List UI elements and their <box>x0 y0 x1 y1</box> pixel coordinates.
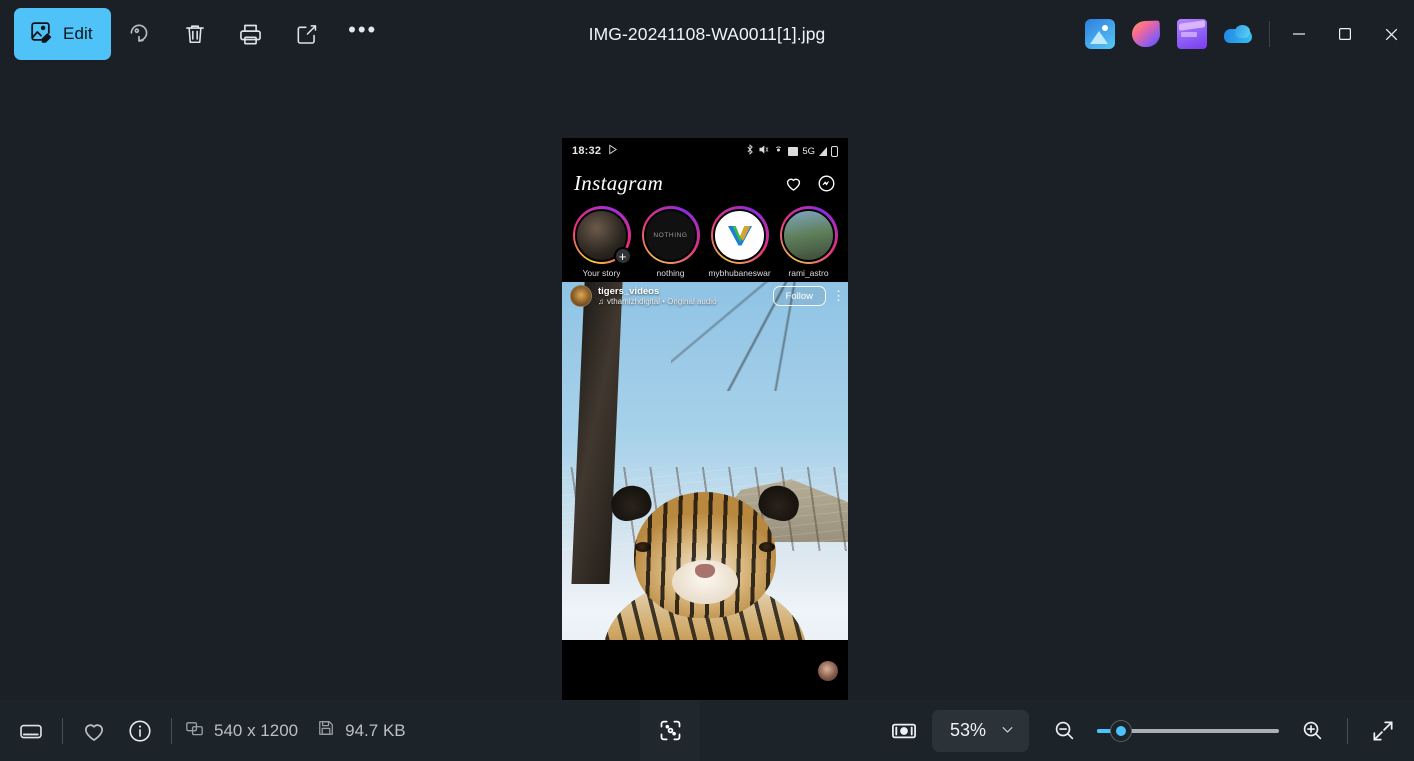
post-username[interactable]: tigers_videos <box>598 286 717 297</box>
edit-button[interactable]: Edit <box>14 8 111 60</box>
add-story-icon[interactable]: + <box>613 247 632 265</box>
phone-system-icons: 5G <box>746 144 838 158</box>
story-label: mybhubaneswar <box>708 268 771 278</box>
dimensions-icon <box>184 718 205 744</box>
instagram-header: Instagram <box>562 164 848 202</box>
story-avatar <box>782 208 835 262</box>
sim-icon <box>788 146 799 156</box>
post-footer <box>562 640 848 700</box>
toolbar-left-group: Edit ••• <box>0 8 391 60</box>
filmstrip-icon[interactable] <box>8 708 54 754</box>
print-icon[interactable] <box>223 8 279 60</box>
share-icon[interactable] <box>279 8 335 60</box>
story-avatar-text: NOTHING <box>653 231 688 239</box>
designer-app-icon[interactable] <box>1131 19 1161 49</box>
dimensions-label: 540 x 1200 <box>214 720 299 740</box>
status-divider <box>62 717 63 744</box>
instagram-messenger-icon[interactable] <box>817 174 836 193</box>
app-launcher-group <box>1085 19 1263 49</box>
story-item[interactable]: NOTHING nothing <box>639 206 702 282</box>
post-photo <box>562 282 848 700</box>
story-label: rami_astro <box>788 268 829 278</box>
fit-to-window-icon[interactable] <box>880 708 928 754</box>
info-icon[interactable] <box>117 708 163 754</box>
zoom-slider-thumb[interactable] <box>1111 720 1131 741</box>
post-more-icon[interactable]: ⋮ <box>832 289 845 302</box>
image-canvas[interactable]: 18:32 5G Instagram + Your story NOTHING … <box>0 68 1414 700</box>
photos-app-window: Edit ••• IMG-20241108-WA0011[1].jpg 18:3… <box>0 0 1414 761</box>
story-item[interactable]: mybhubaneswar <box>708 206 771 282</box>
toolbar-right-group <box>1085 0 1414 68</box>
file-size: 94.7 KB <box>316 718 406 743</box>
zoom-out-icon[interactable] <box>1041 708 1087 754</box>
maximize-button[interactable] <box>1322 0 1368 68</box>
instagram-heart-icon[interactable] <box>784 174 803 193</box>
post-audio-label: vthamizhdigital • Original audio <box>607 296 717 306</box>
post-header: tigers_videos ♫ vthamizhdigital • Origin… <box>562 282 848 310</box>
story-avatar <box>713 208 766 262</box>
story-avatar: NOTHING <box>644 208 697 262</box>
post-audio[interactable]: ♫ vthamizhdigital • Original audio <box>598 297 717 307</box>
minimize-button[interactable] <box>1276 0 1322 68</box>
network-type-label: 5G <box>802 145 815 157</box>
onedrive-app-icon[interactable] <box>1223 19 1253 49</box>
toolbar-divider <box>1269 21 1270 47</box>
post-meta: tigers_videos ♫ vthamizhdigital • Origin… <box>598 286 717 307</box>
zoom-level-dropdown[interactable]: 53% <box>931 709 1029 752</box>
clipchamp-app-icon[interactable] <box>1177 19 1207 49</box>
save-icon <box>316 718 336 743</box>
status-bar: 540 x 1200 94.7 KB 53% <box>0 700 1414 761</box>
zoom-level-label: 53% <box>949 720 986 740</box>
zoom-slider[interactable] <box>1097 710 1279 752</box>
profile-avatar[interactable] <box>818 661 838 681</box>
instagram-stories-row: + Your story NOTHING nothing mybhubanesw… <box>562 202 848 282</box>
displayed-image[interactable]: 18:32 5G Instagram + Your story NOTHING … <box>562 138 848 700</box>
fullscreen-icon[interactable] <box>1360 708 1406 754</box>
rotate-icon[interactable] <box>111 8 167 60</box>
story-item[interactable]: + Your story <box>570 206 633 282</box>
battery-icon <box>831 145 838 157</box>
signal-icon <box>819 146 827 156</box>
title-bar: Edit ••• IMG-20241108-WA0011[1].jpg <box>0 0 1414 68</box>
delete-icon[interactable] <box>167 8 223 60</box>
status-bar-center-group <box>640 700 700 761</box>
status-bar-left-group: 540 x 1200 94.7 KB <box>0 708 406 754</box>
music-note-icon: ♫ <box>598 296 604 306</box>
favorite-icon[interactable] <box>71 708 117 754</box>
follow-button[interactable]: Follow <box>772 286 826 306</box>
edit-button-label: Edit <box>63 24 93 43</box>
story-label: Your story <box>582 268 621 278</box>
more-options-glyph: ••• <box>348 17 378 42</box>
edit-image-icon <box>28 19 53 49</box>
photos-app-icon[interactable] <box>1085 19 1115 49</box>
image-dimensions: 540 x 1200 <box>184 718 298 744</box>
instagram-post: tigers_videos ♫ vthamizhdigital • Origin… <box>562 282 848 700</box>
post-avatar[interactable] <box>570 285 592 307</box>
phone-status-bar: 18:32 5G <box>562 138 848 164</box>
play-store-icon <box>607 144 618 158</box>
story-label: nothing <box>656 268 685 278</box>
hotspot-icon <box>773 144 784 158</box>
status-divider <box>1347 717 1348 744</box>
close-button[interactable] <box>1368 0 1414 68</box>
status-divider <box>171 717 172 744</box>
story-item[interactable]: rami_astro <box>777 206 840 282</box>
zoom-in-icon[interactable] <box>1289 708 1335 754</box>
mute-icon <box>758 144 769 158</box>
bluetooth-icon <box>746 144 754 158</box>
chevron-down-icon <box>1000 722 1015 740</box>
visual-search-button[interactable] <box>640 700 700 761</box>
status-bar-right-group: 53% <box>880 708 1414 754</box>
more-options-icon[interactable]: ••• <box>335 8 391 60</box>
file-size-label: 94.7 KB <box>345 720 406 740</box>
instagram-logo: Instagram <box>574 170 664 195</box>
phone-clock: 18:32 <box>572 145 602 157</box>
